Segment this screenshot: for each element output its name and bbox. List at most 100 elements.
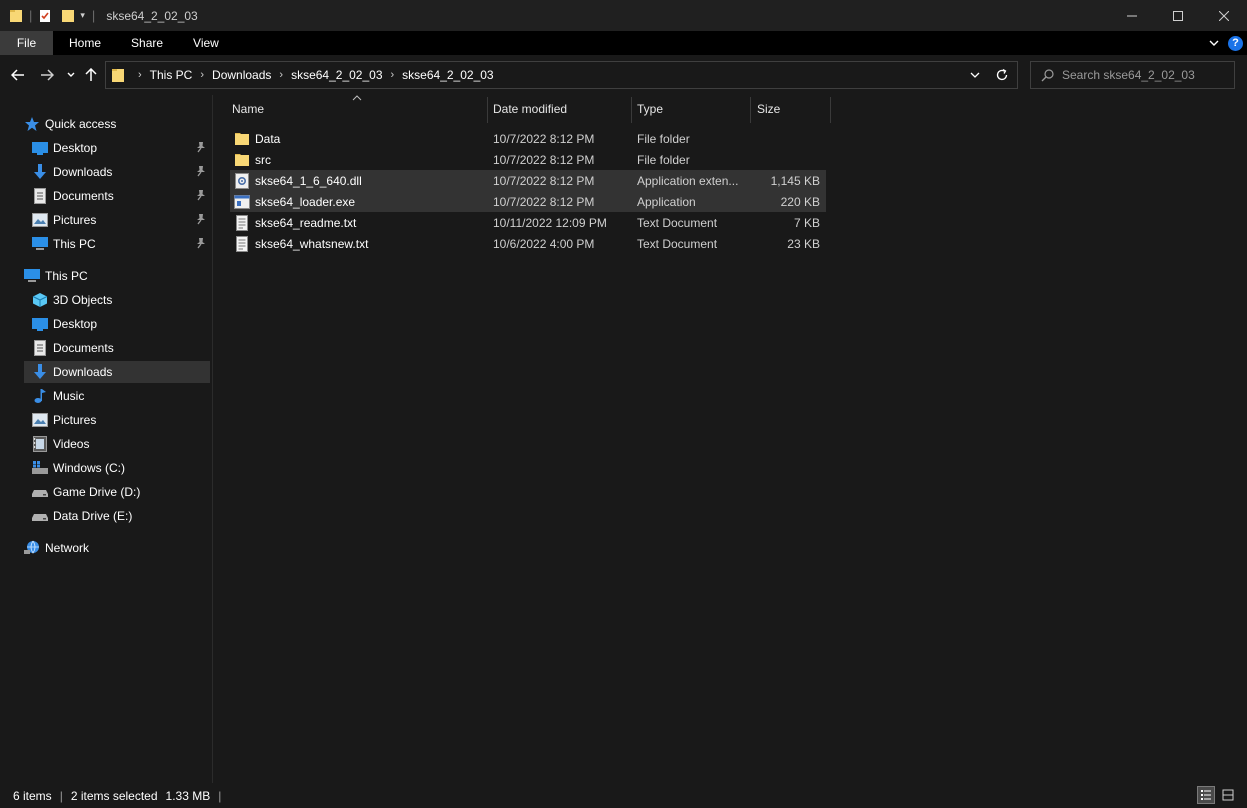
file-size: 1,145 KB [770, 173, 820, 188]
sidebar-item-downloads-pinned[interactable]: Downloads [32, 161, 210, 183]
address-history-dropdown-icon[interactable] [969, 69, 981, 81]
breadcrumb-this-pc[interactable]: This PC [150, 68, 193, 82]
table-row[interactable]: skse64_1_6_640.dll 10/7/2022 8:12 PM App… [230, 170, 826, 191]
back-arrow-icon[interactable] [10, 66, 26, 84]
column-divider[interactable] [487, 97, 488, 123]
music-icon [32, 388, 48, 404]
help-icon[interactable]: ? [1228, 35, 1243, 51]
up-arrow-icon[interactable] [84, 66, 98, 84]
this-pc-icon [24, 268, 40, 284]
forward-arrow-icon[interactable] [39, 66, 55, 84]
column-header-name[interactable]: Name [232, 95, 486, 123]
refresh-icon[interactable] [995, 68, 1009, 82]
tab-home[interactable]: Home [53, 31, 116, 55]
file-date: 10/7/2022 8:12 PM [493, 131, 595, 146]
file-date: 10/7/2022 8:12 PM [493, 194, 595, 209]
sidebar-item-pictures[interactable]: Pictures [32, 409, 210, 431]
column-divider[interactable] [750, 97, 751, 123]
close-icon[interactable] [1201, 0, 1247, 31]
breadcrumb-skse64-parent[interactable]: skse64_2_02_03 [291, 68, 382, 82]
sidebar-item-videos[interactable]: Videos [32, 433, 210, 455]
tab-share[interactable]: Share [116, 31, 178, 55]
folder-icon [110, 67, 126, 83]
sidebar-item-this-pc[interactable]: This PC [24, 265, 234, 287]
breadcrumb-downloads[interactable]: Downloads [212, 68, 271, 82]
pin-icon[interactable] [196, 141, 206, 153]
expand-ribbon-icon[interactable] [1208, 37, 1220, 49]
desktop-icon [32, 316, 48, 332]
chevron-right-icon[interactable]: › [279, 69, 283, 81]
customize-toolbar-dropdown-icon[interactable]: ▾ [80, 10, 85, 21]
sidebar-item-data-drive[interactable]: Data Drive (E:) [32, 505, 210, 527]
column-header-date-modified[interactable]: Date modified [493, 95, 629, 123]
sidebar-item-windows-drive[interactable]: Windows (C:) [32, 457, 210, 479]
breadcrumb-skse64-current[interactable]: skse64_2_02_03 [402, 68, 493, 82]
folder-icon [234, 131, 250, 147]
large-icons-view-icon[interactable] [1219, 786, 1237, 804]
pin-icon[interactable] [196, 189, 206, 201]
new-folder-icon[interactable] [60, 8, 76, 24]
file-name: src [255, 152, 271, 167]
pin-icon[interactable] [196, 237, 206, 249]
file-name: Data [255, 131, 281, 146]
sidebar-item-3d-objects[interactable]: 3D Objects [32, 289, 210, 311]
search-input[interactable] [1062, 68, 1222, 82]
sidebar-item-game-drive[interactable]: Game Drive (D:) [32, 481, 210, 503]
sidebar-item-documents-pinned[interactable]: Documents [32, 185, 210, 207]
sidebar-item-this-pc-pinned[interactable]: This PC [32, 233, 210, 255]
sidebar-item-desktop-pinned[interactable]: Desktop [32, 137, 210, 159]
chevron-right-icon[interactable]: › [138, 69, 142, 81]
toolbar-separator: | [29, 8, 33, 23]
drive-icon [32, 508, 48, 524]
file-type: File folder [637, 131, 690, 146]
status-item-count: 6 items [13, 788, 52, 803]
ribbon-tabs: File Home Share View ? [0, 31, 1247, 55]
table-row[interactable]: Data 10/7/2022 8:12 PM File folder [230, 128, 826, 149]
column-header-size[interactable]: Size [757, 95, 827, 123]
downloads-icon [32, 164, 48, 180]
sidebar-item-documents[interactable]: Documents [32, 337, 210, 359]
file-type: Application [637, 194, 696, 209]
pin-icon[interactable] [196, 165, 206, 177]
tab-file[interactable]: File [0, 31, 53, 55]
sidebar-item-downloads[interactable]: Downloads [24, 361, 210, 383]
address-bar[interactable]: › This PC › Downloads › skse64_2_02_03 ›… [105, 61, 1018, 89]
search-box[interactable] [1030, 61, 1235, 89]
file-size: 7 KB [793, 215, 820, 230]
file-size: 23 KB [787, 236, 820, 251]
file-date: 10/6/2022 4:00 PM [493, 236, 595, 251]
column-divider[interactable] [631, 97, 632, 123]
exe-file-icon [234, 194, 250, 210]
maximize-icon[interactable] [1155, 0, 1201, 31]
file-name: skse64_1_6_640.dll [255, 173, 362, 188]
star-icon [24, 116, 40, 132]
file-size: 220 KB [780, 194, 820, 209]
recent-locations-chevron-icon[interactable] [65, 66, 77, 84]
column-header-type[interactable]: Type [637, 95, 747, 123]
pin-icon[interactable] [196, 213, 206, 225]
table-row[interactable]: skse64_whatsnew.txt 10/6/2022 4:00 PM Te… [230, 233, 826, 254]
chevron-right-icon[interactable]: › [391, 69, 395, 81]
sidebar-item-quick-access[interactable]: Quick access [24, 113, 234, 135]
chevron-right-icon[interactable]: › [200, 69, 204, 81]
table-row[interactable]: src 10/7/2022 8:12 PM File folder [230, 149, 826, 170]
navigation-bar: › This PC › Downloads › skse64_2_02_03 ›… [0, 55, 1247, 95]
column-divider[interactable] [830, 97, 831, 123]
tab-view[interactable]: View [178, 31, 234, 55]
table-row[interactable]: skse64_loader.exe 10/7/2022 8:12 PM Appl… [230, 191, 826, 212]
details-view-icon[interactable] [1197, 786, 1215, 804]
sidebar-item-desktop[interactable]: Desktop [32, 313, 210, 335]
table-row[interactable]: skse64_readme.txt 10/11/2022 12:09 PM Te… [230, 212, 826, 233]
status-bar: 6 items | 2 items selected 1.33 MB | [0, 783, 1247, 808]
properties-icon[interactable] [37, 8, 53, 24]
file-date: 10/7/2022 8:12 PM [493, 152, 595, 167]
navigation-pane: Quick access Desktop Downloads Documents… [0, 95, 213, 783]
documents-icon [32, 188, 48, 204]
sidebar-item-network[interactable]: Network [24, 537, 234, 559]
sidebar-item-pictures-pinned[interactable]: Pictures [32, 209, 210, 231]
minimize-icon[interactable] [1109, 0, 1155, 31]
file-type: Text Document [637, 215, 718, 230]
window-controls [1109, 0, 1247, 31]
sidebar-item-music[interactable]: Music [32, 385, 210, 407]
status-selected-count: 2 items selected [70, 788, 158, 803]
